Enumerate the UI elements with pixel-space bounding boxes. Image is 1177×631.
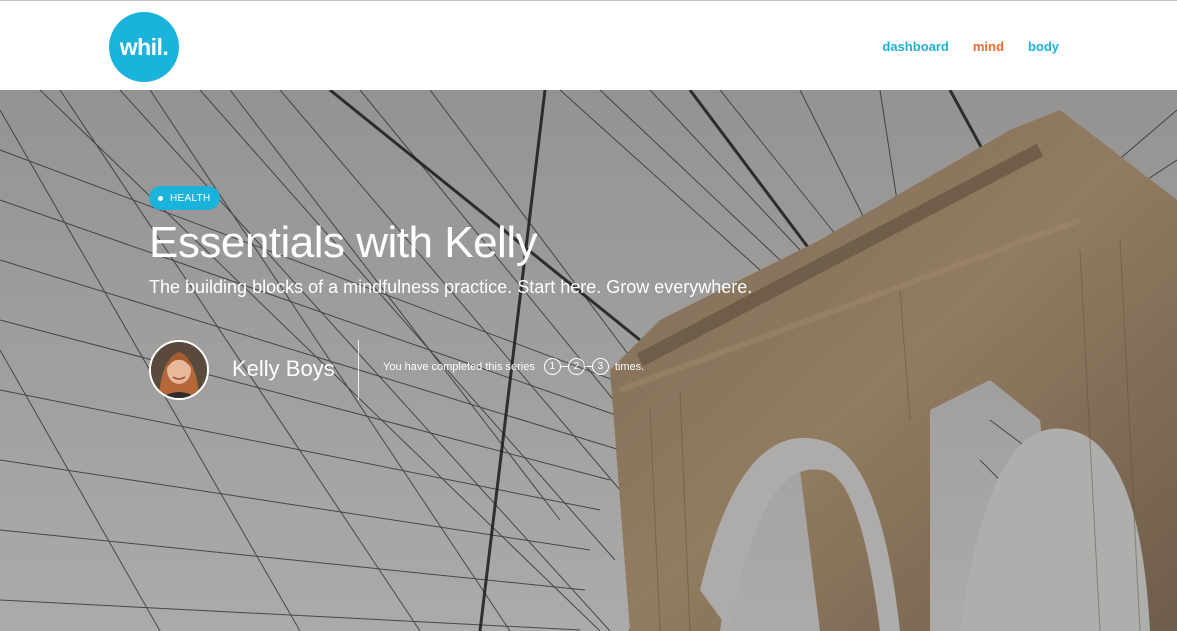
author-row: Kelly Boys You have completed this serie… [149, 340, 749, 400]
author-name[interactable]: Kelly Boys [232, 356, 335, 382]
top-bar: whil. dashboard mind body [0, 0, 1177, 90]
nav-body[interactable]: body [1028, 39, 1059, 54]
badge-dot-icon [158, 195, 163, 201]
hero-banner: HEALTH Essentials with Kelly The buildin… [0, 90, 1177, 631]
step-connector [584, 365, 592, 368]
divider [358, 340, 359, 400]
category-label: HEALTH [170, 192, 211, 204]
series-title: Essentials with Kelly [149, 218, 538, 267]
completion-progress: You have completed this series 1 2 3 tim… [383, 358, 644, 375]
progress-prefix: You have completed this series [383, 360, 535, 373]
nav-dashboard[interactable]: dashboard [882, 39, 948, 54]
nav-mind[interactable]: mind [973, 39, 1004, 54]
avatar-photo-icon [151, 342, 207, 398]
step-connector [560, 365, 568, 368]
completion-steps: 1 2 3 [543, 358, 609, 375]
step-1-icon: 1 [543, 358, 561, 375]
logo-text: whil. [119, 33, 169, 60]
avatar[interactable] [149, 340, 209, 400]
whil-logo[interactable]: whil. [109, 12, 179, 82]
step-2-icon: 2 [567, 358, 585, 375]
progress-suffix: times. [614, 360, 645, 373]
series-subtitle: The building blocks of a mindfulness pra… [149, 277, 753, 297]
category-badge[interactable]: HEALTH [149, 186, 220, 210]
main-nav: dashboard mind body [882, 39, 1059, 54]
step-3-icon: 3 [591, 358, 609, 375]
